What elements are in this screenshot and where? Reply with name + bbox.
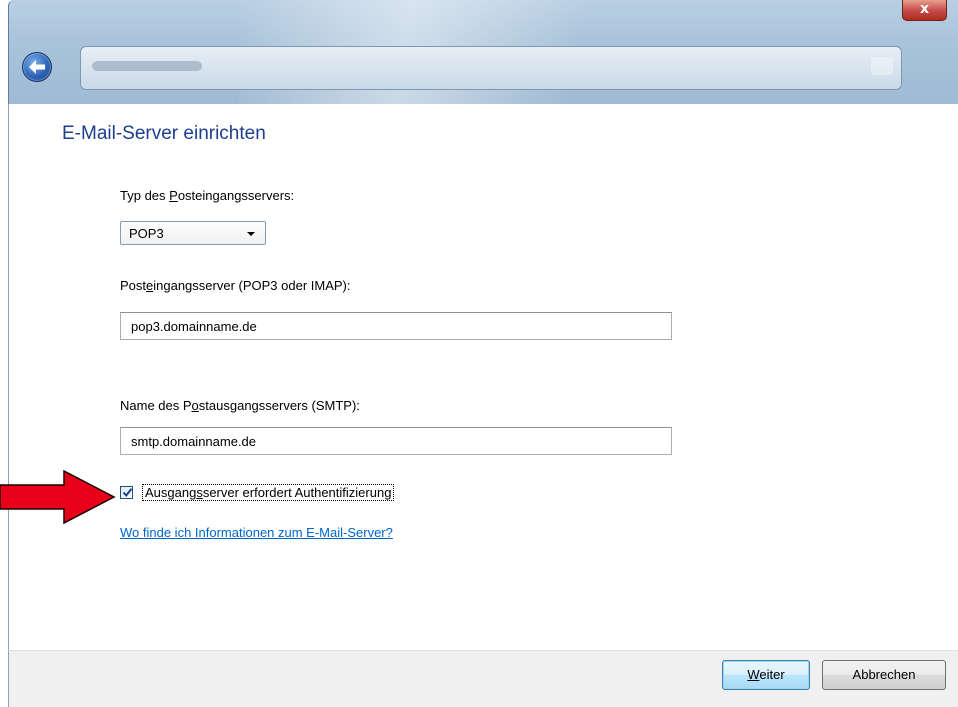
- red-arrow-icon: [0, 470, 116, 524]
- outgoing-server-input[interactable]: smtp.domainname.de: [120, 427, 672, 455]
- dialog-footer: [8, 650, 958, 707]
- chevron-down-icon: [247, 232, 255, 236]
- checkmark-icon: [122, 488, 133, 498]
- next-button[interactable]: Weiter: [722, 660, 810, 690]
- close-icon: x: [919, 1, 930, 17]
- incoming-type-label: Typ des Posteingangsservers:: [120, 188, 295, 203]
- dialog-content: [8, 104, 958, 650]
- close-button[interactable]: x: [902, 0, 947, 21]
- help-link[interactable]: Wo finde ich Informationen zum E-Mail-Se…: [120, 525, 393, 540]
- incoming-server-input[interactable]: pop3.domainname.de: [120, 312, 672, 340]
- window-title-blurred: [92, 61, 202, 71]
- page-title: E-Mail-Server einrichten: [62, 123, 266, 144]
- cancel-button[interactable]: Abbrechen: [822, 660, 946, 690]
- incoming-type-select[interactable]: POP3: [120, 221, 266, 245]
- incoming-type-value: POP3: [129, 226, 164, 241]
- outgoing-server-value: smtp.domainname.de: [131, 434, 257, 449]
- auth-checkbox-label: Ausgangsserver erfordert Authentifizieru…: [142, 484, 395, 501]
- incoming-server-label: Posteingangsserver (POP3 oder IMAP):: [120, 278, 351, 293]
- window-title-field: [80, 46, 902, 90]
- outgoing-server-label: Name des Postausgangsservers (SMTP):: [120, 398, 360, 413]
- back-arrow-icon: [29, 60, 45, 74]
- incoming-server-value: pop3.domainname.de: [131, 319, 257, 334]
- auth-checkbox[interactable]: [120, 486, 133, 499]
- back-button[interactable]: [22, 52, 52, 82]
